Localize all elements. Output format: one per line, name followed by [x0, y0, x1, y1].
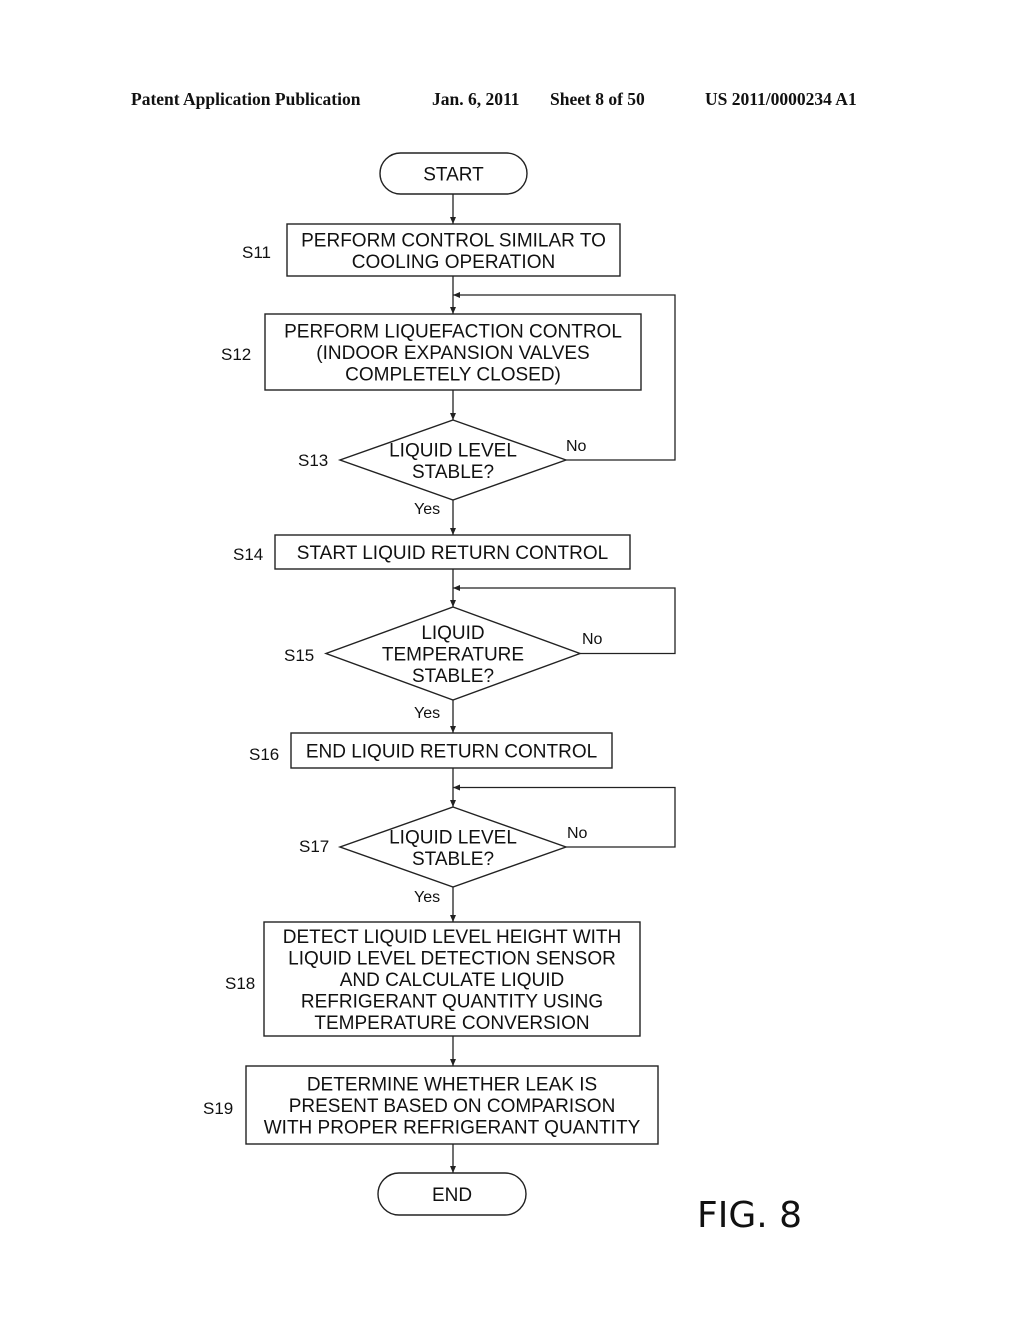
step-label-s13: S13 [298, 451, 328, 470]
step-label-s11: S11 [242, 243, 271, 262]
process-s18-text-line: LIQUID LEVEL DETECTION SENSOR [288, 949, 616, 970]
process-s19-text-line: WITH PROPER REFRIGERANT QUANTITY [264, 1118, 641, 1139]
process-s11-text-line: COOLING OPERATION [352, 252, 555, 273]
step-s16: END LIQUID RETURN CONTROL S16 [249, 732, 613, 769]
process-s12-text-line: PERFORM LIQUEFACTION CONTROL [284, 322, 622, 343]
step-label-s19: S19 [203, 1099, 233, 1118]
yes-label-s15: Yes [414, 705, 440, 722]
decision-s13-text-line: STABLE? [412, 462, 494, 483]
process-s18-text-line: TEMPERATURE CONVERSION [314, 1013, 589, 1034]
figure-label: FIG. 8 [697, 1195, 802, 1236]
no-label-s17: No [567, 825, 588, 842]
step-label-s14: S14 [233, 545, 263, 564]
step-s19: DETERMINE WHETHER LEAK ISPRESENT BASED O… [203, 1065, 659, 1145]
step-s15: LIQUIDTEMPERATURESTABLE? Yes No S15 [284, 606, 603, 722]
process-s19-text-line: DETERMINE WHETHER LEAK IS [307, 1075, 597, 1096]
step-label-s15: S15 [284, 646, 314, 665]
decision-s15-text-line: LIQUID [421, 623, 484, 644]
decision-s17-text-line: LIQUID LEVEL [389, 827, 517, 848]
decision-s17-text-line: STABLE? [412, 849, 494, 870]
flowchart: START END PERFORM CONTROL SIMILAR TOCOOLIN… [203, 152, 802, 1236]
yes-label-s17: Yes [414, 889, 440, 906]
step-s13: LIQUID LEVELSTABLE? Yes No S13 [298, 419, 587, 518]
process-s11-text-line: PERFORM CONTROL SIMILAR TO [301, 230, 606, 251]
no-label-s13: No [566, 438, 587, 455]
no-label-s15: No [582, 631, 603, 648]
process-s16-text-line: END LIQUID RETURN CONTROL [306, 742, 597, 763]
step-s18: DETECT LIQUID LEVEL HEIGHT WITHLIQUID LE… [225, 921, 641, 1037]
start-terminal-label: START [423, 165, 484, 186]
step-label-s16: S16 [249, 745, 279, 764]
process-s18-text-line: AND CALCULATE LIQUID [340, 970, 565, 991]
step-s14: START LIQUID RETURN CONTROL S14 [233, 534, 631, 570]
step-label-s12: S12 [221, 345, 251, 364]
yes-label-s13: Yes [414, 501, 440, 518]
start-terminal: START [379, 152, 528, 195]
end-terminal: END [377, 1172, 527, 1216]
end-terminal-label: END [432, 1185, 472, 1206]
decision-s15-text-line: STABLE? [412, 666, 494, 687]
process-s12-text-line: (INDOOR EXPANSION VALVES [316, 343, 589, 364]
step-s12: PERFORM LIQUEFACTION CONTROL(INDOOR EXPA… [221, 313, 642, 391]
step-label-s18: S18 [225, 974, 255, 993]
step-label-s17: S17 [299, 837, 329, 856]
step-s17: LIQUID LEVELSTABLE? Yes No S17 [299, 806, 588, 906]
process-s19-text-line: PRESENT BASED ON COMPARISON [289, 1096, 616, 1117]
process-s18-text-line: DETECT LIQUID LEVEL HEIGHT WITH [283, 927, 622, 948]
process-s14-text-line: START LIQUID RETURN CONTROL [297, 543, 608, 564]
decision-s15-text-line: TEMPERATURE [382, 645, 524, 666]
step-s11: PERFORM CONTROL SIMILAR TOCOOLING OPERAT… [242, 223, 621, 277]
process-s18-text-line: REFRIGERANT QUANTITY USING [301, 992, 603, 1013]
decision-s13-text-line: LIQUID LEVEL [389, 440, 517, 461]
process-s12-text-line: COMPLETELY CLOSED) [345, 365, 561, 386]
